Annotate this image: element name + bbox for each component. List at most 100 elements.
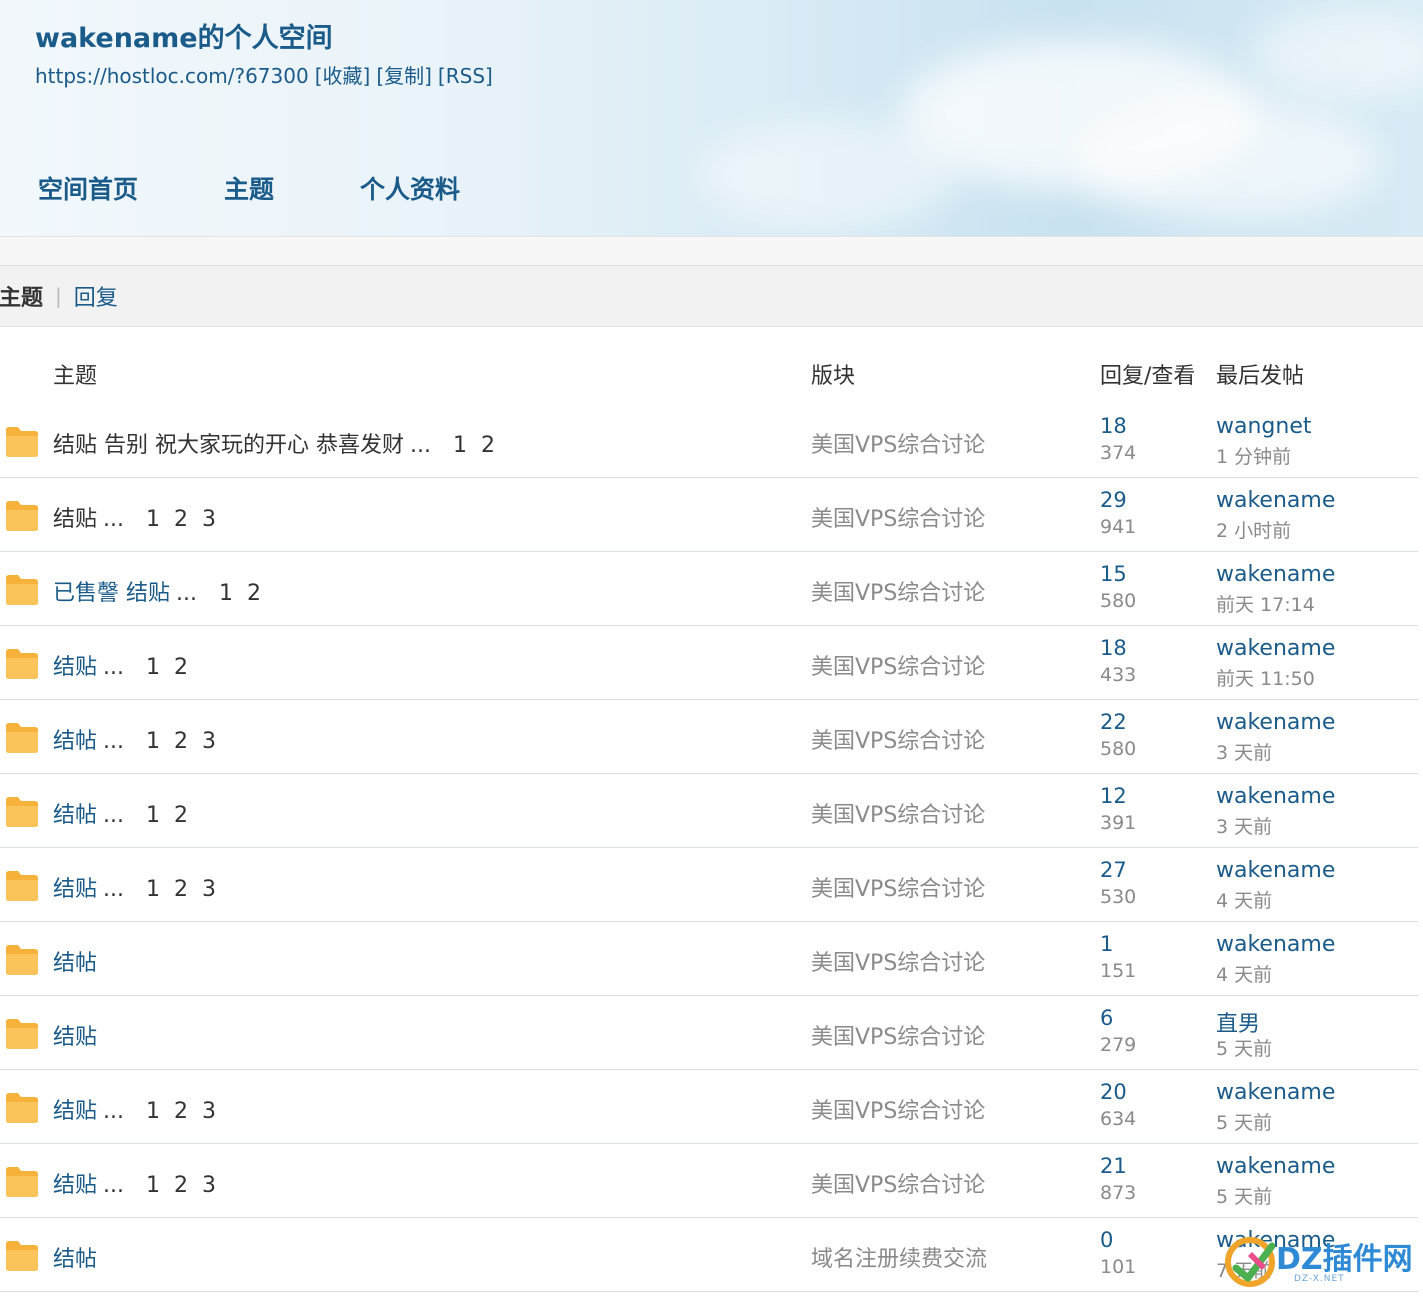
thread-title-link[interactable]: 结帖	[53, 951, 97, 976]
page-link-1[interactable]: 1	[146, 1173, 160, 1198]
tab-threads[interactable]: 主题	[0, 280, 43, 312]
last-poster-link[interactable]: wangnet	[1216, 414, 1312, 439]
thread-title-link[interactable]: 结贴	[53, 877, 97, 902]
last-poster-link[interactable]: wakename	[1216, 710, 1335, 735]
nav-space-home[interactable]: 空间首页	[38, 170, 138, 206]
forum-link[interactable]: 域名注册续费交流	[811, 1241, 987, 1273]
page-link-1[interactable]: 1	[146, 803, 160, 828]
page-link-1[interactable]: 1	[146, 877, 160, 902]
tab-replies[interactable]: 回复	[74, 280, 118, 312]
forum-link[interactable]: 美国VPS综合讨论	[811, 427, 985, 459]
view-count: 634	[1100, 1108, 1137, 1130]
reply-count[interactable]: 18	[1100, 636, 1127, 660]
space-url[interactable]: https://hostloc.com/?67300	[35, 64, 309, 88]
forum-link[interactable]: 美国VPS综合讨论	[811, 575, 985, 607]
last-post-time: 3 天前	[1216, 742, 1273, 764]
page-link-2[interactable]: 2	[174, 507, 188, 532]
page-link-2[interactable]: 2	[174, 877, 188, 902]
thread-subject: 结贴... 1 2	[53, 649, 188, 681]
view-count: 530	[1100, 886, 1137, 908]
cloud-decoration	[1250, 10, 1423, 100]
view-count: 873	[1100, 1182, 1137, 1204]
last-poster-link[interactable]: wakename	[1216, 932, 1335, 957]
thread-title-link[interactable]: 结贴	[53, 1099, 97, 1124]
space-title[interactable]: wakename的个人空间	[35, 16, 333, 55]
last-poster-link[interactable]: wakename	[1216, 562, 1335, 587]
reply-count[interactable]: 1	[1100, 932, 1113, 956]
forum-link[interactable]: 美国VPS综合讨论	[811, 1019, 985, 1051]
page-link-1[interactable]: 1	[146, 729, 160, 754]
folder-icon	[5, 720, 39, 754]
page-link-1[interactable]: 1	[146, 655, 160, 680]
copy-link[interactable]: [复制]	[376, 64, 432, 88]
page-link-3[interactable]: 3	[202, 729, 216, 754]
table-row: 结帖 美国VPS综合讨论 1 151 wakename 4 天前	[0, 922, 1418, 996]
watermark: DZ插件网 DZ-X.NET	[1222, 1228, 1418, 1294]
rss-link[interactable]: [RSS]	[438, 64, 493, 88]
reply-count[interactable]: 29	[1100, 488, 1127, 512]
view-count: 580	[1100, 738, 1137, 760]
nav-threads[interactable]: 主题	[224, 170, 274, 206]
reply-count[interactable]: 22	[1100, 710, 1127, 734]
page-link-2[interactable]: 2	[247, 581, 261, 606]
favorite-link[interactable]: [收藏]	[315, 64, 371, 88]
reply-count[interactable]: 6	[1100, 1006, 1113, 1030]
forum-link[interactable]: 美国VPS综合讨论	[811, 723, 985, 755]
reply-count[interactable]: 21	[1100, 1154, 1127, 1178]
page-link-2[interactable]: 2	[174, 655, 188, 680]
page-link-1[interactable]: 1	[219, 581, 233, 606]
thread-subject: 结贴... 1 2 3	[53, 1167, 216, 1199]
thread-title-link[interactable]: 结贴	[53, 1025, 97, 1050]
forum-link[interactable]: 美国VPS综合讨论	[811, 501, 985, 533]
reply-count[interactable]: 15	[1100, 562, 1127, 586]
last-poster-link[interactable]: wakename	[1216, 488, 1335, 513]
page-link-2[interactable]: 2	[481, 433, 495, 458]
thread-title-link[interactable]: 结帖	[53, 729, 97, 754]
reply-count[interactable]: 27	[1100, 858, 1127, 882]
thread-title-link[interactable]: 结贴	[53, 655, 97, 680]
folder-icon	[5, 1090, 39, 1124]
forum-link[interactable]: 美国VPS综合讨论	[811, 1167, 985, 1199]
folder-icon	[5, 1238, 39, 1272]
page-link-3[interactable]: 3	[202, 1173, 216, 1198]
thread-subject: 结贴... 1 2 3	[53, 871, 216, 903]
thread-title-link[interactable]: 结帖	[53, 1247, 97, 1272]
thread-title-link[interactable]: 结贴	[53, 1173, 97, 1198]
cloud-decoration	[1080, 100, 1380, 220]
page-link-2[interactable]: 2	[174, 803, 188, 828]
thread-pagination: 12	[132, 803, 188, 828]
cloud-decoration	[700, 120, 960, 230]
reply-count[interactable]: 0	[1100, 1228, 1113, 1252]
page-link-2[interactable]: 2	[174, 1173, 188, 1198]
reply-count[interactable]: 12	[1100, 784, 1127, 808]
last-poster-link[interactable]: wakename	[1216, 784, 1335, 809]
nav-profile[interactable]: 个人资料	[360, 170, 460, 206]
page-link-2[interactable]: 2	[174, 1099, 188, 1124]
page-link-3[interactable]: 3	[202, 507, 216, 532]
thread-subject: 结帖... 1 2	[53, 797, 188, 829]
reply-count[interactable]: 18	[1100, 414, 1127, 438]
page-link-3[interactable]: 3	[202, 877, 216, 902]
page-link-1[interactable]: 1	[146, 1099, 160, 1124]
reply-count[interactable]: 20	[1100, 1080, 1127, 1104]
thread-title-link[interactable]: 结帖	[53, 803, 97, 828]
page-link-1[interactable]: 1	[146, 507, 160, 532]
thread-subject: 结帖	[53, 945, 97, 977]
thread-title-link[interactable]: 结贴 告别 祝大家玩的开心 恭喜发财	[53, 433, 404, 458]
forum-link[interactable]: 美国VPS综合讨论	[811, 945, 985, 977]
thread-title-link[interactable]: 结贴	[53, 507, 97, 532]
title-ellipsis: ...	[103, 877, 124, 902]
page-link-2[interactable]: 2	[174, 729, 188, 754]
forum-link[interactable]: 美国VPS综合讨论	[811, 649, 985, 681]
thread-title-link[interactable]: 已售謦 结贴	[53, 581, 170, 606]
last-poster-link[interactable]: wakename	[1216, 858, 1335, 883]
page-link-3[interactable]: 3	[202, 1099, 216, 1124]
forum-link[interactable]: 美国VPS综合讨论	[811, 1093, 985, 1125]
page-link-1[interactable]: 1	[453, 433, 467, 458]
last-poster-link[interactable]: wakename	[1216, 636, 1335, 661]
forum-link[interactable]: 美国VPS综合讨论	[811, 871, 985, 903]
divider-strip	[0, 236, 1423, 266]
last-poster-link[interactable]: wakename	[1216, 1080, 1335, 1105]
last-poster-link[interactable]: wakename	[1216, 1154, 1335, 1179]
forum-link[interactable]: 美国VPS综合讨论	[811, 797, 985, 829]
